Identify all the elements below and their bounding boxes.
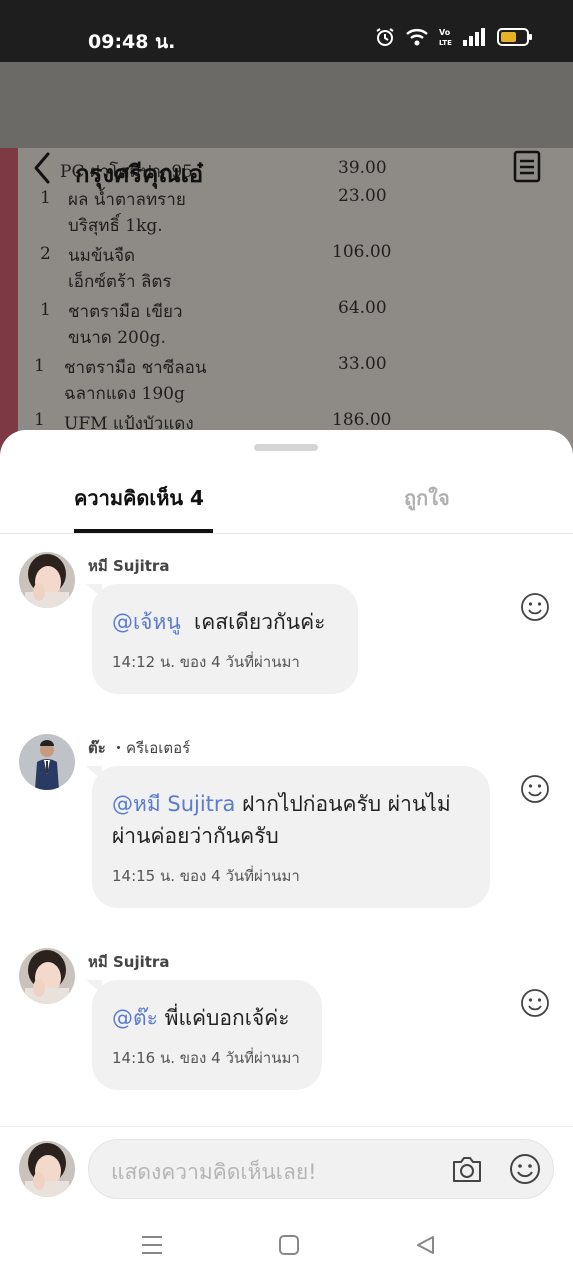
comment-text: @ต๊ะ พี่แค่บอกเจ้ค่ะ [112,1002,302,1034]
back-triangle-icon[interactable] [414,1234,436,1260]
alarm-icon [375,27,395,51]
tab-comments[interactable]: ความคิดเห็น 4 [74,482,204,514]
receipt-price: 23.00 [338,186,387,206]
page-title: กรุงศรีคุณเอ๋ [75,160,204,188]
document-icon[interactable] [512,150,544,184]
tab-active-indicator [74,529,213,533]
comment-input[interactable]: แสดงความคิดเห็นเลย! [88,1139,554,1199]
status-icons: Vo LTE [375,26,533,52]
tab-likes[interactable]: ถูกใจ [404,482,450,514]
sheet-drag-handle[interactable] [254,444,318,451]
receipt-item: นมข้นจืด [68,246,136,266]
react-emoji-icon[interactable] [520,988,550,1018]
avatar[interactable] [19,948,75,1004]
receipt-price: 186.00 [332,410,392,430]
react-emoji-icon[interactable] [520,774,550,804]
author-role: ・ครีเอเตอร์ [111,739,191,757]
svg-text:LTE: LTE [439,39,452,47]
receipt-price: 33.00 [338,354,387,374]
menu-icon[interactable] [140,1234,164,1260]
comment-bubble[interactable]: @หมี Sujitra ฝากไปก่อนครับ ผ่านไม่ผ่านค่… [92,766,490,908]
receipt-qty: 1 [34,410,45,430]
comment-author: ต๊ะ ・ครีเอเตอร์ [88,736,190,760]
wifi-icon [405,27,429,51]
comment-timestamp: 14:15 น. ของ 4 วันที่ผ่านมา [112,867,300,885]
receipt-price: 106.00 [332,242,392,262]
comment-timestamp: 14:16 น. ของ 4 วันที่ผ่านมา [112,1049,300,1067]
emoji-icon[interactable] [509,1153,541,1185]
avatar[interactable] [19,734,75,790]
system-nav-bar [0,1214,573,1280]
receipt-item: ขนาด 200g. [68,328,166,348]
home-square-icon[interactable] [278,1234,300,1260]
comment-input-placeholder: แสดงความคิดเห็นเลย! [111,1160,317,1184]
comment-bubble[interactable]: @ต๊ะ พี่แค่บอกเจ้ค่ะ 14:16 น. ของ 4 วันท… [92,980,322,1090]
tab-bar: ความคิดเห็น 4 ถูกใจ [0,470,573,534]
status-bar: 09:48 น. Vo LTE [0,0,573,62]
receipt-qty: 1 [34,356,45,376]
comment-input-bar: แสดงความคิดเห็นเลย! [0,1126,573,1214]
comment-author: หมี Sujitra [88,953,170,971]
comment-body: พี่แค่บอกเจ้ค่ะ [164,1006,290,1030]
volte-icon: Vo LTE [439,26,453,52]
battery-icon [497,27,533,51]
receipt-item: บริสุทธิ์ 1kg. [68,216,163,236]
receipt-qty: 1 [40,188,51,208]
signal-icon [463,28,487,50]
camera-icon[interactable] [451,1154,483,1184]
comment-timestamp: 14:12 น. ของ 4 วันที่ผ่านมา [112,653,300,671]
mention-link[interactable]: @หมี Sujitra [112,792,235,816]
receipt-item: เอ็กซ์ตร้า ลิตร [68,272,172,292]
mention-link[interactable]: @เจ้หนู [112,610,181,634]
avatar[interactable] [19,552,75,608]
react-emoji-icon[interactable] [520,592,550,622]
back-arrow-icon[interactable] [28,150,58,186]
receipt-price: 64.00 [338,298,387,318]
comment-body: เคสเดียวกันค่ะ [194,610,326,634]
comment-text: @เจ้หนู เคสเดียวกันค่ะ [112,606,338,638]
avatar[interactable] [19,1141,75,1197]
mention-link[interactable]: @ต๊ะ [112,1006,158,1030]
comment-bubble[interactable]: @เจ้หนู เคสเดียวกันค่ะ 14:12 น. ของ 4 วั… [92,584,358,694]
receipt-price: 39.00 [338,158,387,178]
post-image-background: PC ฝาโดมปาก95 39.00 1 ผล น้ำตาลทราย 23.0… [0,62,573,482]
receipt-item: ชาตรามือ เขียว [68,302,183,322]
receipt-item: ฉลากแดง 190g [64,384,185,404]
receipt-item: ชาตรามือ ชาซีลอน [64,358,207,378]
comment-author: หมี Sujitra [88,557,170,575]
status-time: 09:48 น. [88,31,176,53]
receipt-qty: 2 [40,244,51,264]
svg-text:Vo: Vo [439,28,451,37]
comment-text: @หมี Sujitra ฝากไปก่อนครับ ผ่านไม่ผ่านค่… [112,788,470,852]
receipt-qty: 1 [40,300,51,320]
author-name: ต๊ะ [88,739,106,757]
